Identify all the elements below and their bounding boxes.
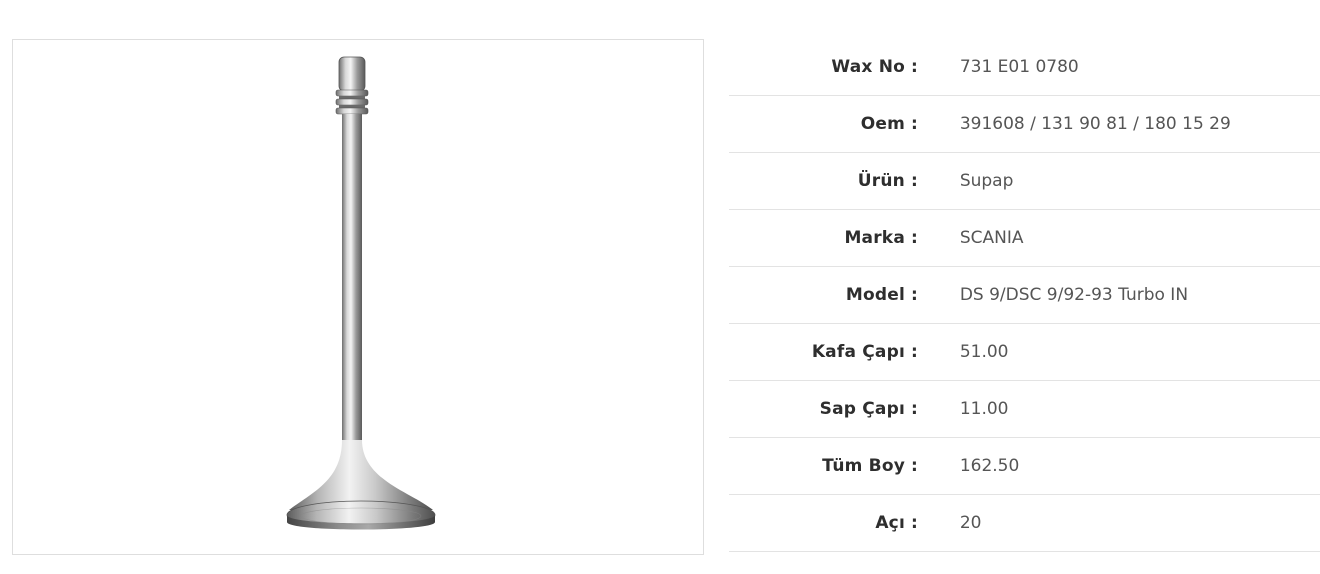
spec-colon: : <box>911 114 918 134</box>
spec-row-marka: Marka : SCANIA <box>729 210 1320 267</box>
spec-row-aci: Açı : 20 <box>729 495 1320 552</box>
spec-colon: : <box>911 57 918 77</box>
spec-label: Ürün <box>857 171 905 191</box>
spec-label: Kafa Çapı <box>811 342 905 362</box>
spec-colon: : <box>911 399 918 419</box>
spec-row-tum-boy: Tüm Boy : 162.50 <box>729 438 1320 495</box>
spec-label: Tüm Boy <box>822 456 905 476</box>
spec-colon: : <box>911 513 918 533</box>
spec-row-oem: Oem : 391608 / 131 90 81 / 180 15 29 <box>729 96 1320 153</box>
spec-value: 162.50 <box>959 456 1020 476</box>
spec-value: 11.00 <box>959 399 1009 419</box>
spec-label: Wax No <box>831 57 905 77</box>
spec-value: 391608 / 131 90 81 / 180 15 29 <box>959 114 1231 134</box>
engine-valve-image <box>286 56 436 530</box>
spec-value: 51.00 <box>959 342 1009 362</box>
spec-value: DS 9/DSC 9/92-93 Turbo IN <box>959 285 1189 305</box>
product-image-frame <box>12 39 704 555</box>
spec-label: Marka <box>844 228 905 248</box>
spec-row-model: Model : DS 9/DSC 9/92-93 Turbo IN <box>729 267 1320 324</box>
spec-label: Sap Çapı <box>819 399 905 419</box>
spec-value: Supap <box>959 171 1014 191</box>
spec-table: Wax No : 731 E01 0780 Oem : 391608 / 131… <box>729 39 1320 552</box>
spec-colon: : <box>911 228 918 248</box>
spec-value: SCANIA <box>959 228 1024 248</box>
spec-label: Model <box>845 285 905 305</box>
spec-colon: : <box>911 285 918 305</box>
spec-colon: : <box>911 342 918 362</box>
spec-row-urun: Ürün : Supap <box>729 153 1320 210</box>
spec-label: Oem <box>860 114 905 134</box>
spec-value: 731 E01 0780 <box>959 57 1079 77</box>
spec-colon: : <box>911 171 918 191</box>
product-detail: Wax No : 731 E01 0780 Oem : 391608 / 131… <box>0 0 1320 574</box>
spec-colon: : <box>911 456 918 476</box>
spec-value: 20 <box>959 513 982 533</box>
spec-label: Açı <box>875 513 905 533</box>
spec-row-kafa-capi: Kafa Çapı : 51.00 <box>729 324 1320 381</box>
spec-row-wax-no: Wax No : 731 E01 0780 <box>729 39 1320 96</box>
spec-row-sap-capi: Sap Çapı : 11.00 <box>729 381 1320 438</box>
